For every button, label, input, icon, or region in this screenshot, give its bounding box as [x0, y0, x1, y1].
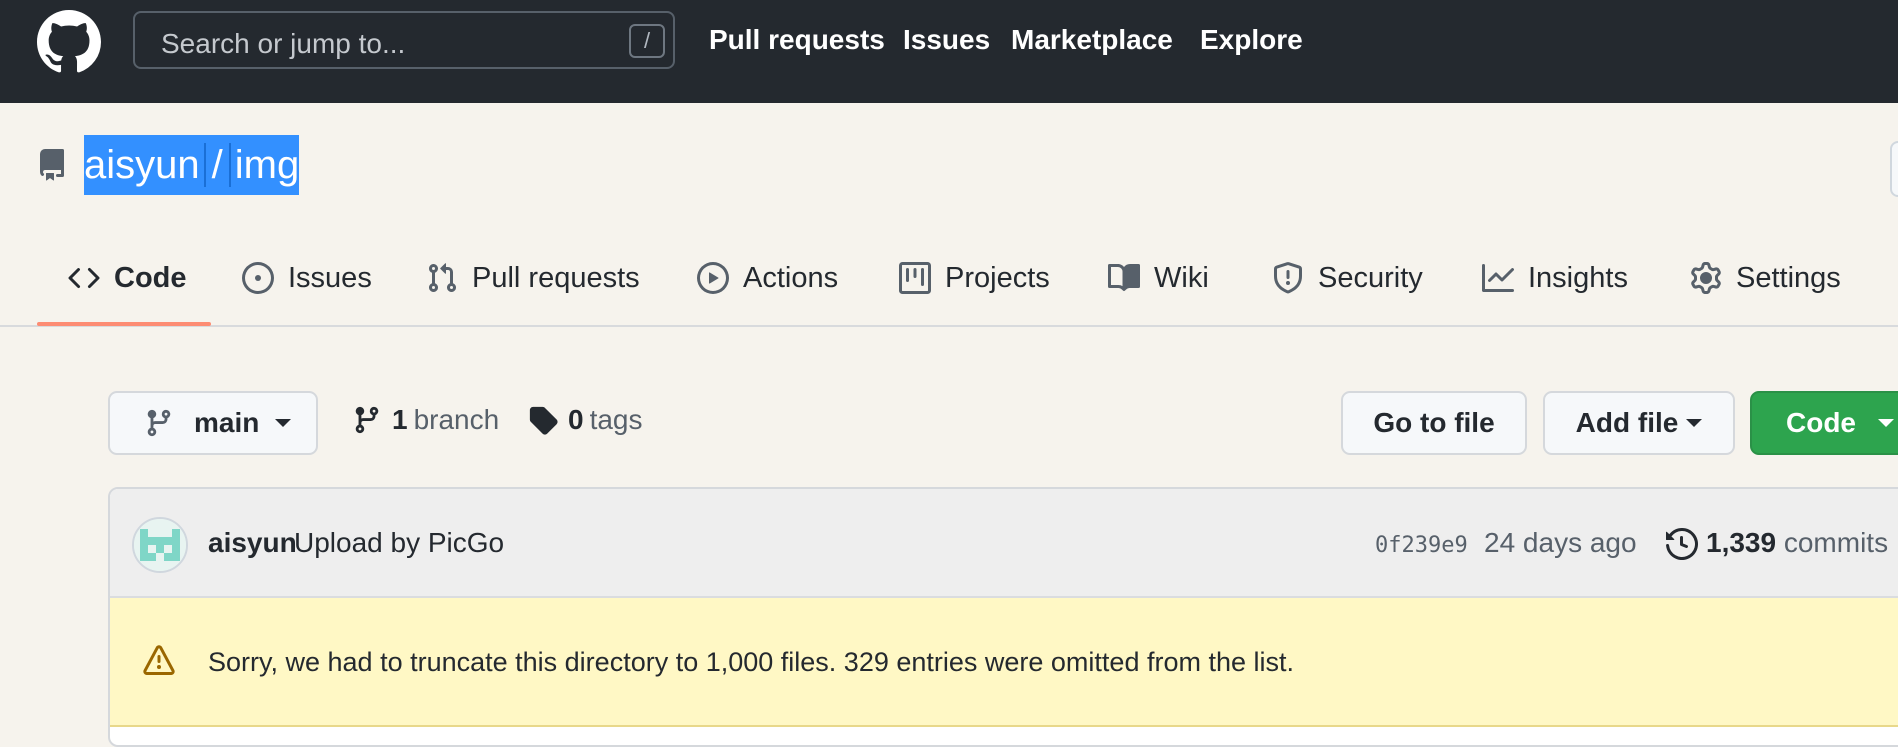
- nav-marketplace[interactable]: Marketplace: [1011, 24, 1173, 56]
- tab-code[interactable]: Code: [68, 255, 187, 301]
- branches-link[interactable]: 1 branch: [352, 404, 499, 436]
- file-browser: aisyun Upload by PicGo 0f239e9 24 days a…: [108, 487, 1898, 747]
- add-file-button[interactable]: Add file: [1543, 391, 1735, 455]
- truncation-warning: Sorry, we had to truncate this directory…: [110, 598, 1898, 727]
- tab-issues[interactable]: Issues: [242, 255, 372, 301]
- tab-projects-label: Projects: [945, 261, 1050, 294]
- tab-actions[interactable]: Actions: [697, 255, 838, 301]
- pull-request-icon: [428, 263, 457, 293]
- gear-icon: [1691, 262, 1721, 294]
- code-icon: [68, 267, 100, 289]
- graph-icon: [1482, 264, 1514, 292]
- play-icon: [697, 262, 729, 294]
- tag-label: tags: [589, 404, 643, 435]
- tab-issues-label: Issues: [288, 261, 372, 294]
- go-to-file-label: Go to file: [1373, 407, 1495, 438]
- commit-count-link[interactable]: 1,339 commits: [1706, 527, 1888, 559]
- repo-title: aisyun / img: [84, 135, 300, 195]
- global-header: Search or jump to... / Pull requests Iss…: [0, 0, 1898, 103]
- commit-count: 1,339: [1706, 527, 1777, 558]
- repo-action-button[interactable]: [1890, 141, 1898, 197]
- git-branch-icon: [147, 409, 171, 437]
- code-button-label: Code: [1786, 407, 1856, 438]
- commit-count-label: commits: [1783, 527, 1889, 558]
- search-input[interactable]: Search or jump to... /: [133, 11, 675, 69]
- branch-name: main: [194, 407, 260, 438]
- tab-insights-label: Insights: [1528, 261, 1628, 294]
- tab-wiki[interactable]: Wiki: [1108, 255, 1209, 301]
- tab-wiki-label: Wiki: [1154, 261, 1209, 294]
- commit-age[interactable]: 24 days ago: [1484, 527, 1637, 559]
- go-to-file-button[interactable]: Go to file: [1341, 391, 1527, 455]
- tab-projects[interactable]: Projects: [899, 255, 1050, 301]
- tab-pull-requests-label: Pull requests: [472, 261, 640, 294]
- tab-settings[interactable]: Settings: [1690, 255, 1841, 301]
- repo-name-link[interactable]: img: [235, 143, 299, 187]
- chevron-down-icon: [1686, 419, 1703, 427]
- tab-security[interactable]: Security: [1272, 255, 1423, 301]
- selected-tab-indicator: [37, 322, 211, 326]
- repo-icon: [39, 149, 64, 181]
- book-icon: [1108, 263, 1140, 291]
- tab-settings-label: Settings: [1736, 261, 1841, 294]
- github-logo-icon[interactable]: [37, 10, 101, 74]
- nav-issues[interactable]: Issues: [903, 24, 990, 56]
- nav-pull-requests[interactable]: Pull requests: [709, 24, 885, 56]
- truncation-warning-text: Sorry, we had to truncate this directory…: [208, 647, 1294, 677]
- history-icon[interactable]: [1666, 528, 1698, 560]
- search-placeholder: Search or jump to...: [161, 28, 406, 59]
- issue-icon: [242, 262, 274, 294]
- code-dropdown-button[interactable]: Code: [1750, 391, 1898, 455]
- branch-select-button[interactable]: main: [108, 391, 318, 455]
- tag-count: 0: [568, 404, 584, 435]
- branch-count: 1: [392, 404, 408, 435]
- chevron-down-icon: [275, 419, 292, 427]
- commit-sha-link[interactable]: 0f239e9: [1375, 533, 1468, 558]
- tags-link[interactable]: 0 tags: [528, 404, 643, 436]
- branch-label: branch: [413, 404, 500, 435]
- latest-commit-row: aisyun Upload by PicGo 0f239e9 24 days a…: [110, 489, 1898, 598]
- tab-code-label: Code: [114, 261, 187, 294]
- git-branch-icon: [355, 406, 379, 434]
- nav-explore[interactable]: Explore: [1200, 24, 1303, 56]
- add-file-label: Add file: [1575, 407, 1679, 438]
- tab-actions-label: Actions: [743, 261, 839, 294]
- commit-author-link[interactable]: aisyun: [208, 527, 297, 559]
- alert-icon: [143, 645, 175, 675]
- tab-pull-requests[interactable]: Pull requests: [426, 255, 640, 301]
- identicon-icon: [134, 519, 186, 571]
- project-icon: [899, 262, 931, 294]
- chevron-down-icon: [1878, 419, 1894, 427]
- commit-message-link[interactable]: Upload by PicGo: [294, 527, 504, 559]
- repo-owner-link[interactable]: aisyun: [84, 143, 200, 187]
- shield-icon: [1274, 262, 1302, 294]
- tab-insights[interactable]: Insights: [1482, 255, 1628, 301]
- tab-security-label: Security: [1318, 261, 1423, 294]
- search-shortcut-key: /: [629, 24, 665, 58]
- tag-icon: [529, 406, 558, 435]
- repo-title-separator: /: [203, 143, 231, 187]
- avatar[interactable]: [132, 517, 188, 573]
- tabs-divider: [0, 325, 1898, 327]
